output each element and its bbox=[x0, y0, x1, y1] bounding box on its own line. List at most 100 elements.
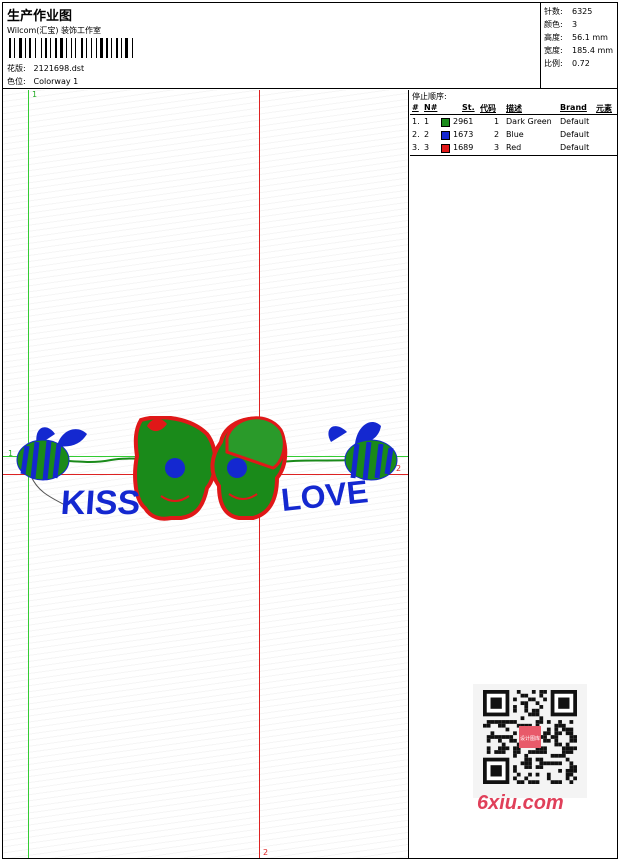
qr-module bbox=[565, 776, 570, 781]
qr-module bbox=[528, 712, 532, 717]
qr-module bbox=[569, 772, 574, 777]
qr-module bbox=[539, 761, 544, 766]
page-title: 生产作业图 bbox=[7, 9, 73, 24]
qr-module bbox=[554, 753, 559, 758]
qr-module bbox=[550, 761, 555, 766]
qr-module bbox=[501, 750, 506, 754]
qr-module bbox=[524, 708, 529, 713]
qr-module bbox=[558, 768, 562, 773]
qr-module bbox=[558, 742, 562, 747]
qr-module bbox=[524, 701, 529, 706]
stat-scale: 比例: 0.72 bbox=[544, 59, 590, 68]
qr-module bbox=[573, 776, 577, 781]
cell-brand: Default bbox=[560, 143, 590, 152]
table-row[interactable]: 2. 2 1673 2 Blue Default bbox=[410, 129, 617, 142]
qr-module bbox=[539, 705, 544, 709]
barcode-bar bbox=[41, 38, 42, 58]
barcode-bar bbox=[75, 38, 76, 58]
qr-module bbox=[573, 768, 577, 773]
cell-code: 1 bbox=[494, 117, 500, 126]
col-description[interactable]: 描述 bbox=[506, 103, 522, 114]
qr-module bbox=[513, 750, 517, 754]
design-file-row: 花版: 2121698.dst bbox=[7, 63, 84, 74]
qr-code-panel: 设计图库 bbox=[473, 684, 587, 798]
left-bee-icon bbox=[16, 427, 87, 481]
barcode-bar bbox=[116, 38, 118, 58]
right-character-icon bbox=[210, 416, 288, 520]
qr-module bbox=[516, 690, 521, 694]
guide-label-bottom: 2 bbox=[263, 848, 269, 857]
qr-module bbox=[573, 746, 577, 751]
qr-module bbox=[498, 746, 502, 751]
qr-finder-core bbox=[558, 697, 570, 709]
design-file-value: 2121698.dst bbox=[33, 64, 85, 73]
qr-module bbox=[516, 772, 521, 777]
qr-module bbox=[531, 750, 536, 754]
qr-module bbox=[539, 716, 544, 721]
qr-module bbox=[524, 761, 529, 766]
qr-module bbox=[490, 720, 495, 724]
qr-module bbox=[505, 727, 510, 732]
love-text: LOVE bbox=[279, 473, 369, 518]
design-canvas[interactable]: 1 1 2 2 KISS LOVE bbox=[3, 90, 409, 858]
qr-module bbox=[565, 742, 570, 747]
stop-sequence-rows: 1. 1 2961 1 Dark Green Default 2. 2 1673 2 Blue Def… bbox=[410, 116, 617, 156]
barcode-bar bbox=[111, 38, 112, 58]
cell-needle: 2 bbox=[424, 130, 430, 139]
qr-module bbox=[528, 750, 532, 754]
qr-module bbox=[509, 738, 514, 743]
qr-module bbox=[539, 693, 544, 698]
qr-module bbox=[483, 723, 487, 728]
qr-module bbox=[546, 761, 551, 766]
qr-module bbox=[528, 761, 532, 766]
qr-module bbox=[498, 738, 502, 743]
qr-finder-core bbox=[490, 697, 502, 709]
qr-module bbox=[498, 720, 502, 724]
qr-module bbox=[565, 772, 570, 777]
qr-module bbox=[486, 720, 491, 724]
table-row[interactable]: 1. 1 2961 1 Dark Green Default bbox=[410, 116, 617, 129]
cell-needle: 3 bbox=[424, 143, 430, 152]
qr-module bbox=[558, 753, 562, 758]
barcode bbox=[9, 38, 133, 58]
barcode-bar bbox=[96, 38, 97, 58]
qr-module bbox=[498, 723, 502, 728]
qr-module bbox=[513, 746, 517, 751]
production-sheet: 生产作业图 Wilcom(汇宝) 装饰工作室 花版: 2121698.dst 色… bbox=[2, 2, 618, 859]
qr-module bbox=[513, 738, 517, 743]
qr-module bbox=[490, 735, 495, 739]
qr-module bbox=[573, 735, 577, 739]
col-seq[interactable]: # bbox=[412, 103, 419, 112]
qr-module bbox=[546, 720, 551, 724]
col-needle[interactable]: N# bbox=[424, 103, 437, 112]
qr-module bbox=[535, 720, 540, 724]
barcode-bar bbox=[132, 38, 133, 58]
barcode-bar bbox=[14, 38, 15, 58]
qr-module bbox=[569, 750, 574, 754]
col-stitches[interactable]: St. bbox=[462, 103, 475, 112]
qr-module bbox=[558, 761, 562, 766]
qr-module bbox=[543, 750, 547, 754]
cell-brand: Default bbox=[560, 117, 590, 126]
qr-module bbox=[498, 735, 502, 739]
qr-module bbox=[546, 738, 551, 743]
qr-module bbox=[561, 727, 566, 732]
qr-module bbox=[539, 757, 544, 762]
qr-module bbox=[535, 757, 540, 762]
design-file-label: 花版: bbox=[7, 64, 26, 73]
qr-module bbox=[550, 753, 555, 758]
qr-module bbox=[565, 746, 570, 751]
table-row[interactable]: 3. 3 1689 3 Red Default bbox=[410, 142, 617, 155]
qr-module bbox=[516, 750, 521, 754]
qr-module bbox=[520, 780, 525, 784]
barcode-bar bbox=[71, 38, 72, 58]
barcode-bar bbox=[60, 38, 63, 58]
qr-module bbox=[565, 768, 570, 773]
barcode-bar bbox=[9, 38, 11, 58]
qr-module bbox=[546, 731, 551, 736]
col-code[interactable]: 代码 bbox=[480, 103, 496, 114]
embroidery-design: KISS LOVE bbox=[16, 416, 398, 522]
col-brand[interactable]: Brand bbox=[560, 103, 587, 112]
col-element[interactable]: 元素 bbox=[596, 103, 612, 114]
qr-module bbox=[554, 761, 559, 766]
